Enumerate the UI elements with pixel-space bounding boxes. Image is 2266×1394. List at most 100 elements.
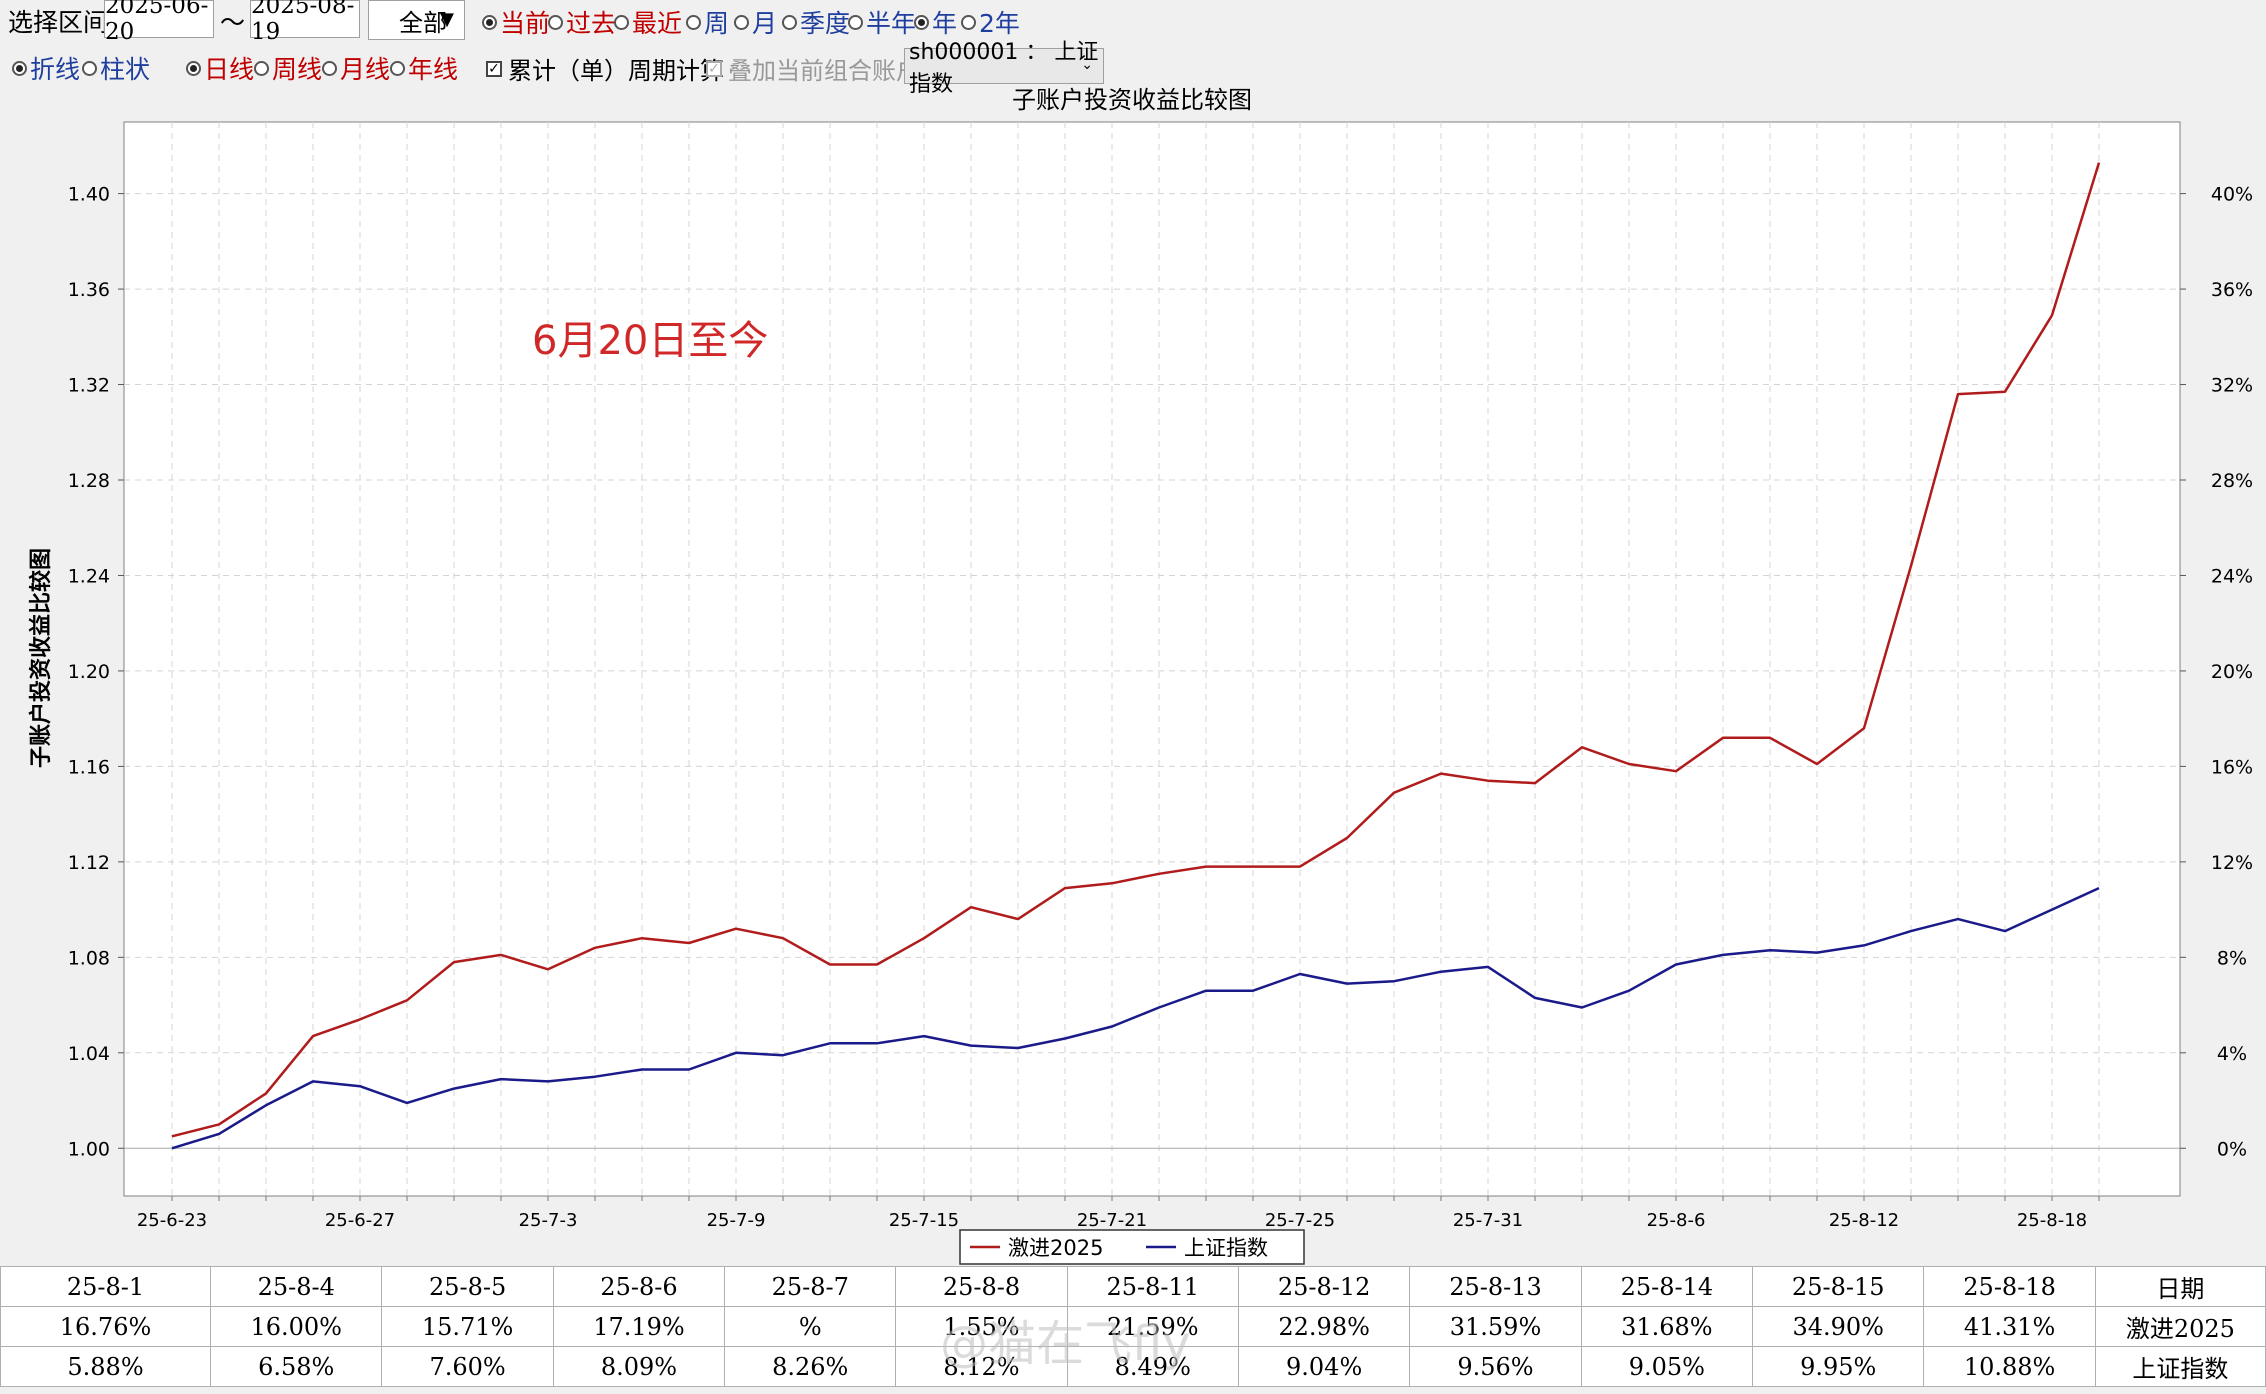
x-tick-label: 25-8-6: [1647, 1210, 1706, 1231]
table-cell: 16.76%: [0, 1306, 212, 1347]
y-tick-label-left: 1.40: [68, 184, 110, 206]
x-tick-label: 25-8-12: [1829, 1210, 1899, 1231]
y-tick-label-right: 4%: [2217, 1043, 2247, 1065]
table-cell: 上证指数: [2094, 1346, 2266, 1387]
table-cell: 10.88%: [1923, 1346, 2096, 1387]
chart-style-radio-1-label: 柱状: [100, 55, 151, 84]
tilde-separator: 〜: [220, 8, 246, 37]
period-radio-0[interactable]: 当前: [482, 4, 550, 40]
y-tick-label-left: 1.08: [68, 947, 110, 969]
period-radio-4-label: 月: [752, 9, 778, 38]
y-tick-label-right: 8%: [2217, 947, 2247, 969]
table-cell: 25-8-1: [0, 1266, 212, 1307]
table-cell: 34.90%: [1752, 1306, 1925, 1347]
y-tick-label-left: 1.16: [68, 756, 110, 778]
y-tick-label-left: 1.00: [68, 1138, 110, 1160]
table-cell: 7.60%: [381, 1346, 554, 1387]
scope-select[interactable]: 全部 ▼: [368, 0, 465, 40]
y-tick-label-left: 1.12: [68, 852, 110, 874]
period-radio-2-label: 最近: [632, 9, 683, 38]
table-cell: 25-8-8: [895, 1266, 1068, 1307]
cumulative-checkbox[interactable]: ✓ 累计（单）周期计算: [486, 51, 724, 86]
period-radio-6[interactable]: 半年: [848, 4, 916, 40]
table-cell: 25-8-11: [1066, 1266, 1239, 1307]
table-cell: 25-8-18: [1923, 1266, 2096, 1307]
radio-unchecked-icon: [848, 14, 863, 30]
interval-radio-3[interactable]: 年线: [390, 50, 458, 86]
interval-radio-2[interactable]: 月线: [322, 50, 390, 86]
table-cell: 9.56%: [1409, 1346, 1582, 1387]
interval-radio-1-label: 周线: [272, 55, 323, 84]
checkbox-disabled-icon: ✓: [706, 60, 722, 77]
table-cell: 17.19%: [552, 1306, 726, 1347]
interval-radio-1[interactable]: 周线: [254, 50, 322, 86]
y-tick-label-right: 24%: [2211, 565, 2253, 587]
legend-label-1: 上证指数: [1184, 1236, 1268, 1260]
dropdown-arrow-icon: ▼: [440, 9, 454, 30]
watermark: @猫在飞fly: [940, 1316, 1191, 1372]
cumulative-checkbox-label: 累计（单）周期计算: [508, 57, 724, 85]
table-cell: 25-8-4: [210, 1266, 383, 1307]
toolbar-range-row: 选择区间: 2025-06-20 〜 2025-08-19 全部 ▼ 当前 过去最…: [0, 0, 2266, 45]
table-cell: 8.26%: [724, 1346, 897, 1387]
chevron-down-icon: ⌄: [1081, 57, 1093, 73]
x-tick-label: 25-6-27: [325, 1210, 395, 1231]
period-radio-1-label: 过去: [566, 9, 617, 38]
radio-unchecked-icon: [734, 14, 749, 30]
date-from-input[interactable]: 2025-06-20: [104, 0, 214, 45]
y-tick-label-left: 1.28: [68, 470, 110, 492]
radio-checked-icon: [914, 14, 929, 30]
table-cell: 9.05%: [1580, 1346, 1754, 1387]
y-tick-label-left: 1.36: [68, 279, 110, 301]
interval-radio-0-label: 日线: [204, 55, 255, 84]
radio-checked-icon: [482, 14, 497, 30]
interval-radio-0[interactable]: 日线: [186, 50, 254, 86]
x-tick-label: 25-7-9: [707, 1210, 766, 1231]
table-cell: 31.59%: [1409, 1306, 1582, 1347]
radio-unchecked-icon: [782, 14, 797, 30]
table-row: 25-8-1 25-8-4 25-8-5 25-8-6 25-8-7 25-8-8 25-8…: [0, 1266, 2266, 1307]
index-select[interactable]: sh000001 ： 上证指数 ⌄: [904, 40, 1104, 97]
comparison-chart: 1.00 0% 1.04 4% 1.08 8% 1.12 12% 1.16 16% 1.20 20% 1…: [28, 86, 2253, 1265]
y-tick-label-left: 1.24: [68, 565, 110, 587]
x-tick-label: 25-7-25: [1265, 1210, 1335, 1231]
table-cell: 6.58%: [210, 1346, 383, 1387]
period-radio-2[interactable]: 最近: [614, 4, 682, 40]
table-cell: 41.31%: [1923, 1306, 2096, 1347]
y-tick-label-right: 40%: [2211, 184, 2253, 206]
period-radio-5-label: 季度: [800, 9, 851, 38]
chart-style-radio-0-label: 折线: [30, 55, 81, 84]
chart-style-radio-1[interactable]: 柱状: [82, 50, 150, 86]
y-tick-label-right: 32%: [2211, 375, 2253, 397]
chart-annotation: 6月20日至今: [532, 318, 768, 364]
radio-checked-icon: [12, 60, 27, 76]
period-radio-4[interactable]: 月: [734, 4, 777, 40]
period-radio-1[interactable]: 过去: [548, 4, 616, 40]
table-cell: 25-8-13: [1409, 1266, 1582, 1307]
y-tick-label-right: 20%: [2211, 661, 2253, 683]
plot-area: [123, 121, 2181, 1197]
chart-style-radio-0[interactable]: 折线: [12, 50, 80, 86]
table-cell: 31.68%: [1580, 1306, 1754, 1347]
interval-radio-3-label: 年线: [408, 55, 459, 84]
radio-unchecked-icon: [686, 14, 701, 30]
date-to-input[interactable]: 2025-08-19: [250, 0, 360, 45]
table-cell: 9.04%: [1237, 1346, 1411, 1387]
x-tick-label: 25-7-15: [889, 1210, 959, 1231]
y-axis-label: 子账户投资收益比较图: [28, 548, 54, 768]
radio-unchecked-icon: [961, 14, 976, 30]
y-tick-label-right: 28%: [2211, 470, 2253, 492]
table-cell: 25-8-15: [1752, 1266, 1925, 1307]
overlay-checkbox: ✓ 叠加当前组合账户: [706, 51, 920, 86]
table-cell: 15.71%: [381, 1306, 554, 1347]
x-tick-label: 25-7-31: [1453, 1210, 1523, 1231]
chart-title: 子账户投资收益比较图: [1012, 86, 1252, 114]
legend-label-0: 激进2025: [1008, 1236, 1103, 1260]
y-tick-label-left: 1.20: [68, 661, 110, 683]
period-radio-3-label: 周: [704, 9, 730, 38]
period-radio-3[interactable]: 周: [686, 4, 729, 40]
period-radio-5[interactable]: 季度: [782, 4, 850, 40]
radio-unchecked-icon: [390, 60, 405, 76]
x-tick-label: 25-7-3: [519, 1210, 578, 1231]
table-cell: 22.98%: [1237, 1306, 1411, 1347]
